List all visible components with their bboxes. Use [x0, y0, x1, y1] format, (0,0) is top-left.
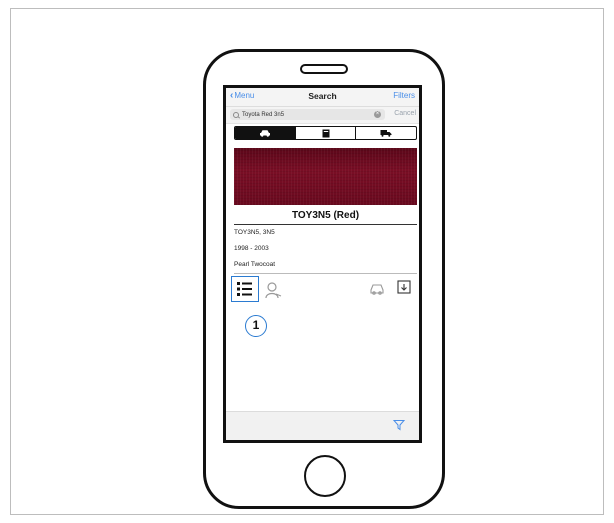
car-icon: [259, 130, 270, 137]
search-icon: [233, 111, 239, 118]
truck-icon: [380, 130, 392, 137]
search-query: Toyota Red 3n5: [242, 111, 285, 118]
search-row: Toyota Red 3n5 × Cancel: [226, 107, 419, 124]
filter-icon[interactable]: [393, 419, 405, 431]
search-input[interactable]: Toyota Red 3n5 ×: [230, 109, 385, 120]
color-title: TOY3N5 (Red): [234, 208, 417, 225]
person-icon[interactable]: [264, 280, 284, 300]
category-segmented-control: [234, 126, 417, 140]
car-outline-icon[interactable]: [369, 282, 385, 296]
color-years: 1998 - 2003: [234, 245, 269, 252]
book-icon: [322, 129, 329, 137]
details-divider: [234, 273, 417, 274]
segment-book[interactable]: [294, 127, 356, 139]
speaker-grille: [300, 64, 348, 74]
segment-car[interactable]: [235, 127, 295, 139]
list-icon: [237, 282, 252, 296]
phone-screen: ‹ Menu Search Filters Toyota Red 3n5 × C…: [223, 85, 422, 443]
color-swatch: [234, 148, 417, 205]
page-title: Search: [308, 91, 337, 101]
segment-truck[interactable]: [355, 127, 416, 139]
step-callout: 1: [245, 315, 267, 337]
color-codes: TOY3N5, 3N5: [234, 229, 275, 236]
phone-outline: ‹ Menu Search Filters Toyota Red 3n5 × C…: [203, 49, 445, 509]
filters-button[interactable]: Filters: [393, 91, 415, 100]
download-icon[interactable]: [397, 280, 411, 296]
cancel-button[interactable]: Cancel: [394, 110, 416, 117]
home-button[interactable]: [304, 455, 346, 497]
list-button[interactable]: [231, 276, 259, 302]
color-finish: Pearl Twocoat: [234, 261, 276, 268]
clear-icon[interactable]: ×: [374, 111, 381, 118]
bottom-bar: [226, 411, 419, 440]
nav-bar: ‹ Menu Search Filters: [226, 88, 419, 107]
figure-frame: ‹ Menu Search Filters Toyota Red 3n5 × C…: [10, 8, 604, 515]
